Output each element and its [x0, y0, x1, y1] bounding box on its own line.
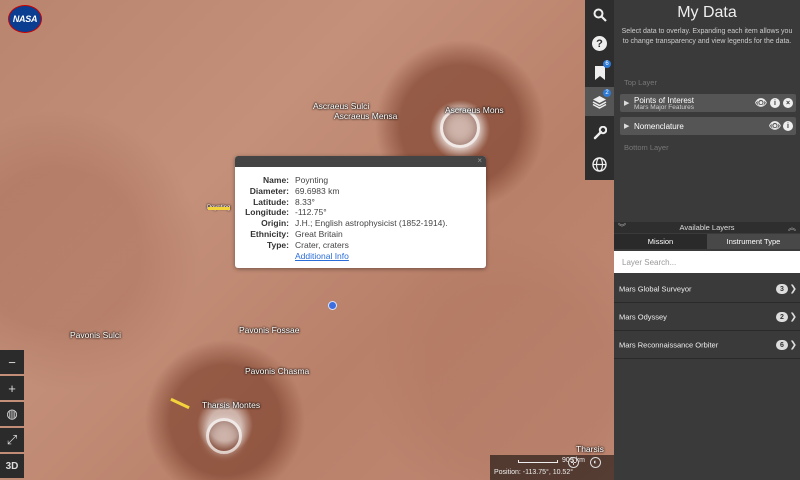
bottom-layer-label: Bottom Layer: [624, 143, 669, 152]
collapse-up-icon[interactable]: ︽: [788, 222, 796, 233]
scale-line: [518, 460, 558, 463]
popup-row: Additional Info: [235, 251, 486, 262]
expand-icon[interactable]: ▶: [624, 99, 629, 107]
panel-description: Select data to overlay. Expanding each i…: [621, 28, 793, 45]
popup-row: Longitude: -112.75°: [235, 207, 486, 218]
mission-mars-global-surveyor[interactable]: Mars Global Surveyor 3 ❯: [614, 276, 800, 303]
layer-points-of-interest[interactable]: ▶ Points of Interest Mars Major Features…: [620, 94, 796, 112]
zoom-in-button[interactable]: +: [0, 376, 24, 400]
expand-icon[interactable]: ▶: [624, 122, 629, 130]
map-viewport[interactable]: NASA Ascraeus Sulci Ascraeus Mensa Ascra…: [0, 0, 614, 480]
popup-row: Ethnicity: Great Britain: [235, 229, 486, 240]
mission-count-badge: 6: [776, 340, 788, 350]
map-label[interactable]: Ascraeus Mons: [445, 105, 504, 115]
help-icon[interactable]: ?: [585, 29, 614, 58]
popup-value: Great Britain: [295, 228, 343, 239]
popup-key: Diameter:: [249, 185, 289, 196]
panel-title: My Data: [677, 4, 737, 21]
popup-header: [235, 156, 486, 167]
mission-mars-reconnaissance-orbiter[interactable]: Mars Reconnaissance Orbiter 6 ❯: [614, 332, 800, 359]
layers-badge: 2: [603, 89, 611, 97]
feature-marker: [170, 397, 190, 410]
close-icon[interactable]: ×: [477, 156, 482, 165]
top-layer-label: Top Layer: [624, 78, 657, 87]
map-label[interactable]: Ascraeus Mensa: [334, 111, 397, 121]
map-label[interactable]: Pavonis Sulci: [70, 330, 121, 340]
mission-count-badge: 2: [776, 312, 788, 322]
collapse-down-icon[interactable]: ︾: [618, 222, 626, 233]
location-marker[interactable]: [328, 301, 337, 310]
map-label[interactable]: Pavonis Fossae: [239, 325, 299, 335]
eye-icon[interactable]: 👁: [755, 98, 768, 109]
globe-icon[interactable]: ◍: [0, 402, 24, 426]
popup-key: Type:: [266, 239, 289, 250]
tab-instrument-type[interactable]: Instrument Type: [707, 234, 800, 249]
zoom-out-button[interactable]: −: [0, 350, 24, 374]
settings-icon[interactable]: ◐: [590, 457, 601, 468]
mission-name: Mars Global Surveyor: [619, 284, 692, 294]
popup-row: Name: Poynting: [235, 175, 486, 186]
map-label[interactable]: Tharsis: [576, 444, 604, 454]
available-layers-title: Available Layers: [679, 223, 735, 232]
layer-search-input[interactable]: [614, 251, 800, 273]
popup-value: Crater, craters: [295, 239, 349, 250]
popup-row: Latitude: 8.33°: [235, 197, 486, 208]
map-label[interactable]: Pavonis Chasma: [245, 366, 309, 376]
scale-bar: 909 km ✛ ◐ Position: -113.75°, 10.52°: [490, 455, 614, 480]
bookmarks-badge: 6: [603, 60, 611, 68]
chevron-right-icon[interactable]: ❯: [789, 284, 797, 295]
popup-row: Diameter: 69.6983 km: [235, 186, 486, 197]
tab-mission[interactable]: Mission: [614, 234, 707, 249]
map-label[interactable]: Tharsis Montes: [202, 400, 260, 410]
mission-name: Mars Reconnaissance Orbiter: [619, 340, 719, 350]
popup-row: Origin: J.H.; English astrophysicist (18…: [235, 218, 486, 229]
info-icon[interactable]: i: [783, 121, 793, 131]
popup-key: Ethnicity:: [250, 228, 289, 239]
popup-value: J.H.; English astrophysicist (1852-1914)…: [295, 218, 448, 229]
wrench-icon[interactable]: [585, 118, 614, 147]
popup-key: Origin:: [261, 218, 289, 229]
eye-icon[interactable]: 👁: [769, 121, 782, 132]
mission-count-badge: 3: [776, 284, 788, 294]
map-label[interactable]: Ascraeus Sulci: [313, 101, 369, 111]
popup-value: 69.6983 km: [295, 185, 340, 196]
popup-key: Name:: [263, 175, 289, 185]
mission-name: Mars Odyssey: [619, 312, 667, 322]
selection-marker: [208, 207, 230, 210]
bookmark-icon[interactable]: 6: [585, 58, 614, 87]
chevron-right-icon[interactable]: ❯: [789, 340, 797, 351]
layer-subtitle: Mars Major Features: [634, 104, 694, 111]
popup-row: Type: Crater, craters: [235, 240, 486, 251]
popup-key: Longitude:: [245, 207, 289, 218]
popup-value: 8.33°: [295, 196, 315, 207]
fullscreen-icon[interactable]: ⤢: [0, 428, 24, 452]
popup-value: Poynting: [295, 175, 329, 185]
view-3d-button[interactable]: 3D: [0, 454, 24, 478]
info-icon[interactable]: i: [770, 98, 780, 108]
feature-popup: × Name: Poynting Diameter: 69.6983 km La…: [235, 156, 486, 268]
mission-mars-odyssey[interactable]: Mars Odyssey 2 ❯: [614, 304, 800, 331]
layer-tabs: Mission Instrument Type: [614, 234, 800, 249]
crater-pavonis: [206, 418, 242, 454]
layers-icon[interactable]: 2: [585, 87, 614, 116]
cursor-position: Position: -113.75°, 10.52°: [494, 469, 574, 476]
globe-icon[interactable]: [585, 150, 614, 179]
remove-icon[interactable]: ×: [783, 98, 793, 108]
available-layers-header[interactable]: ︾ Available Layers ︽: [614, 222, 800, 233]
crosshair-icon[interactable]: ✛: [568, 457, 579, 468]
nasa-logo: NASA: [8, 5, 42, 33]
additional-info-link[interactable]: Additional Info: [295, 251, 349, 262]
layer-name: Nomenclature: [634, 122, 684, 131]
search-icon[interactable]: [585, 0, 614, 29]
layer-nomenclature[interactable]: ▶ Nomenclature 👁 i: [620, 117, 796, 135]
popup-key-empty: [235, 251, 295, 262]
popup-key: Latitude:: [253, 196, 289, 207]
popup-value: -112.75°: [295, 207, 327, 218]
chevron-right-icon[interactable]: ❯: [789, 312, 797, 323]
